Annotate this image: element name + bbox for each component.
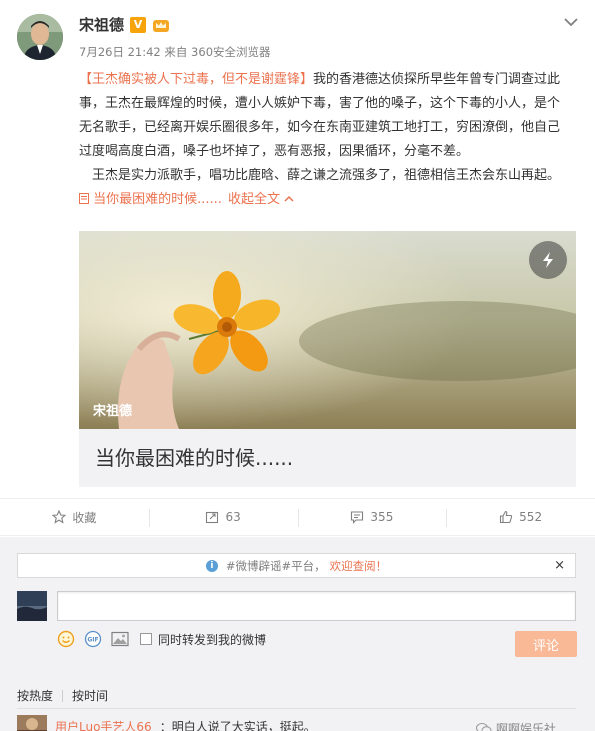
notice-text: 欢迎查阅！ bbox=[329, 558, 388, 573]
forward-checkbox[interactable] bbox=[140, 633, 152, 645]
author-name[interactable]: 宋祖德 bbox=[79, 14, 124, 35]
collapse-label: 收起全文 bbox=[227, 192, 280, 207]
post-date[interactable]: 7月26日 21:42 bbox=[79, 45, 161, 59]
video-card[interactable]: 宋祖德 当你最困难的时候...... bbox=[79, 231, 576, 487]
verified-icon: V bbox=[130, 16, 147, 33]
forward-option[interactable]: 同时转发到我的微博 bbox=[140, 631, 266, 648]
comment-count: 355 bbox=[370, 510, 394, 524]
wechat-icon bbox=[476, 722, 492, 731]
lightning-icon[interactable] bbox=[529, 241, 567, 279]
comment-section: i #微博辟谣#平台， 欢迎查阅！ × GIF 同时转发到我的微博 评论 按热度… bbox=[0, 537, 595, 731]
like-count: 552 bbox=[519, 510, 543, 524]
post-body: 【王杰确实被人下过毒，但不是谢霆锋】我的香港德达侦探所早些年曾专门调查过此事，王… bbox=[79, 68, 569, 212]
like-button[interactable]: 552 bbox=[446, 499, 595, 535]
sort-by-time[interactable]: 按时间 bbox=[72, 687, 108, 704]
wechat-watermark: 啊啊娱乐社 bbox=[476, 720, 556, 731]
sort-by-hot[interactable]: 按热度 bbox=[17, 687, 53, 704]
comment-input[interactable] bbox=[57, 591, 576, 621]
chevron-up-icon bbox=[284, 195, 294, 202]
repost-count: 63 bbox=[225, 510, 241, 524]
watermark-text: 啊啊娱乐社 bbox=[496, 722, 557, 731]
svg-text:GIF: GIF bbox=[87, 637, 98, 644]
notice-hashtag[interactable]: #微博辟谣#平台， bbox=[226, 558, 326, 574]
forward-label: 同时转发到我的微博 bbox=[158, 632, 267, 647]
action-bar: 收藏 63 355 552 bbox=[0, 498, 595, 536]
comment-icon bbox=[351, 511, 364, 524]
sort-divider bbox=[17, 708, 576, 709]
video-thumbnail[interactable]: 宋祖德 bbox=[79, 231, 576, 429]
card-title[interactable]: 当你最困难的时候...... bbox=[95, 442, 293, 471]
submit-comment-button[interactable]: 评论 bbox=[515, 631, 577, 657]
star-icon bbox=[52, 510, 67, 524]
info-icon: i bbox=[205, 559, 218, 572]
close-icon[interactable]: × bbox=[554, 558, 565, 573]
rumor-notice[interactable]: i #微博辟谣#平台， 欢迎查阅！ × bbox=[17, 553, 576, 578]
my-avatar bbox=[17, 591, 47, 621]
image-icon[interactable] bbox=[111, 631, 129, 647]
comment-tools: GIF 同时转发到我的微博 bbox=[57, 630, 266, 648]
repost-icon bbox=[206, 511, 219, 524]
thumbs-up-icon bbox=[500, 510, 513, 524]
post-header: 宋祖德 V 7月26日 21:42 来自 360安全浏览器 bbox=[0, 0, 595, 68]
post-paragraph-2-text: 王杰是实力派歌手，唱功比鹿晗、薛之谦之流强多了，祖德相信王杰会东山再起。 bbox=[92, 168, 561, 183]
video-link-label: 当你最困难的时候...... bbox=[93, 192, 222, 207]
sort-separator bbox=[62, 689, 64, 702]
repost-button[interactable]: 63 bbox=[148, 499, 298, 535]
post-paragraph-2: 王杰是实力派歌手，唱功比鹿晗、薛之谦之流强多了，祖德相信王杰会东山再起。 当你最… bbox=[79, 164, 569, 212]
favorite-label: 收藏 bbox=[72, 510, 97, 525]
member-crown-icon bbox=[152, 17, 170, 33]
post-paragraph-1: 【王杰确实被人下过毒，但不是谢霆锋】我的香港德达侦探所早些年曾专门调查过此事，王… bbox=[79, 68, 569, 164]
commenter-avatar[interactable] bbox=[17, 715, 47, 731]
chevron-down-icon[interactable] bbox=[563, 13, 579, 27]
collapse-button[interactable]: 收起全文 bbox=[228, 192, 294, 207]
gif-icon[interactable]: GIF bbox=[84, 630, 102, 648]
commenter-name[interactable]: 用户Luo手艺人66 bbox=[55, 718, 152, 731]
card-watermark: 宋祖德 bbox=[93, 404, 133, 419]
emoji-icon[interactable] bbox=[57, 630, 75, 648]
video-link[interactable]: 当你最困难的时候...... bbox=[79, 192, 222, 207]
author-avatar[interactable] bbox=[17, 14, 63, 60]
post-headline: 【王杰确实被人下过毒，但不是谢霆锋】 bbox=[79, 72, 314, 87]
author-row: 宋祖德 V bbox=[79, 14, 170, 35]
sort-bar: 按热度 按时间 bbox=[17, 687, 108, 704]
post-meta: 7月26日 21:42 来自 360安全浏览器 bbox=[79, 44, 271, 60]
comment-button[interactable]: 355 bbox=[297, 499, 447, 535]
favorite-button[interactable]: 收藏 bbox=[0, 499, 149, 535]
comment-text: ：明白人说了大实话，挺起。 bbox=[159, 719, 316, 731]
comment-item: 用户Luo手艺人66 ：明白人说了大实话，挺起。 bbox=[17, 715, 316, 731]
post-source: 来自 360安全浏览器 bbox=[164, 45, 271, 59]
